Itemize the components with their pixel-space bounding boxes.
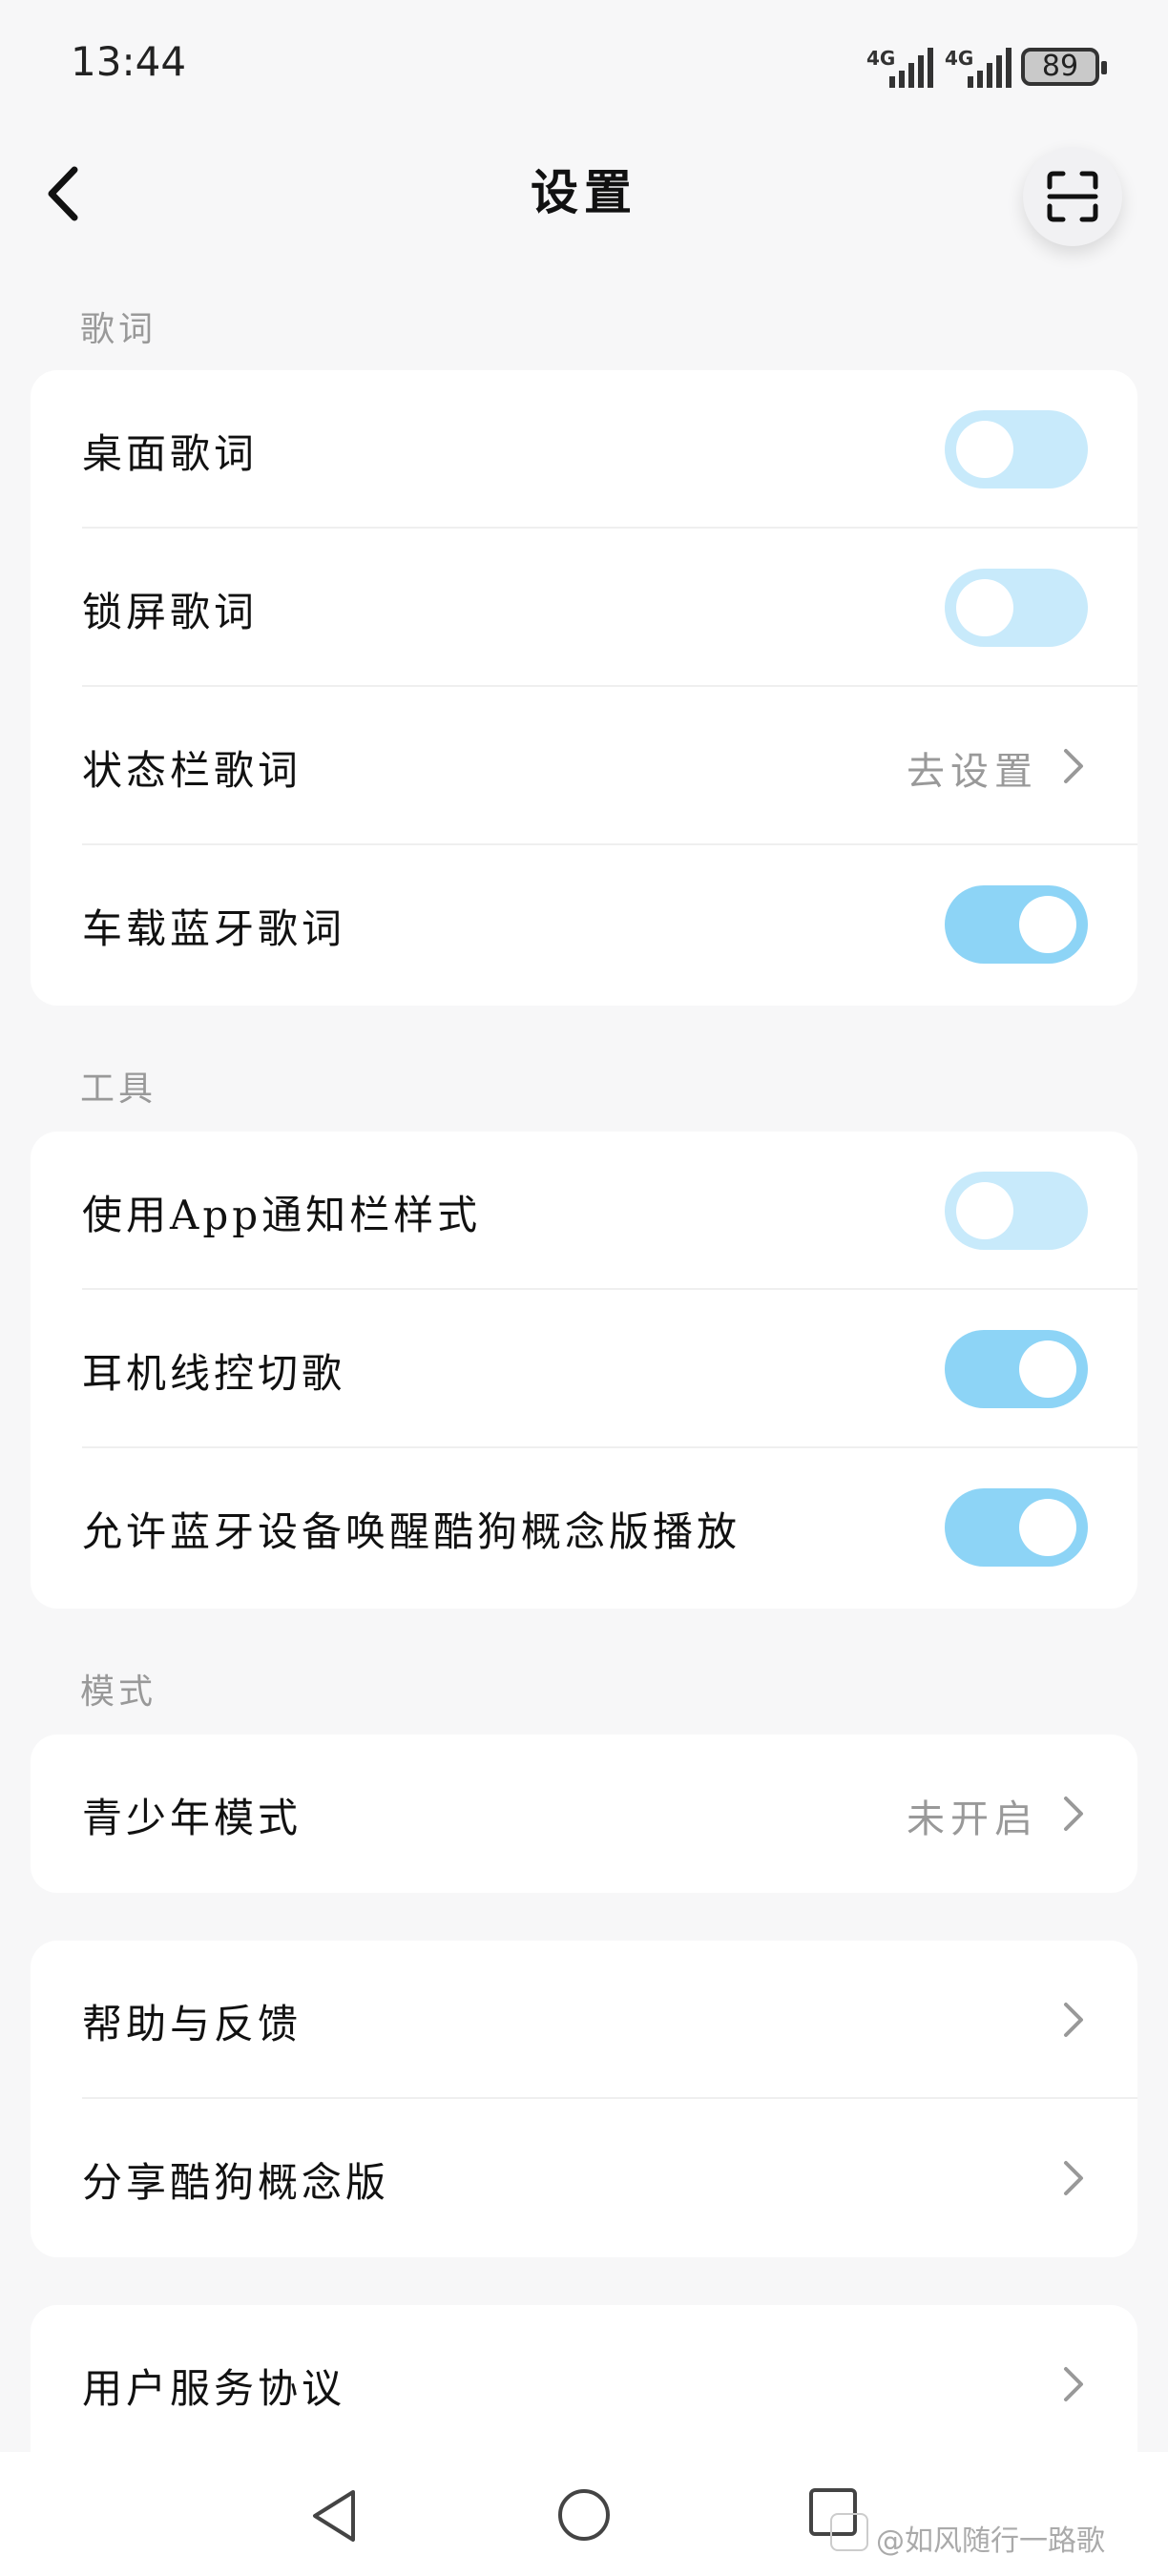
setting-row-statusbar-lyrics[interactable]: 状态栏歌词 去设置 xyxy=(31,687,1137,845)
section-label-tools: 工具 xyxy=(80,1070,157,1109)
setting-row-share[interactable]: 分享酷狗概念版 xyxy=(31,2099,1137,2257)
setting-label: 分享酷狗概念版 xyxy=(82,2159,390,2206)
battery-level: 89 xyxy=(1041,50,1079,83)
mode-card: 青少年模式 未开启 xyxy=(31,1735,1137,1893)
status-bar: 13:44 4G 4G 89 xyxy=(0,0,1168,134)
page-title: 设置 xyxy=(531,164,637,220)
setting-value: 去设置 xyxy=(907,750,1038,794)
setting-row-help-feedback[interactable]: 帮助与反馈 xyxy=(31,1941,1137,2099)
setting-row-lockscreen-lyrics[interactable]: 锁屏歌词 xyxy=(31,529,1137,687)
watermark-text: @如风随行一路歌 xyxy=(876,2524,1105,2558)
section-label-mode: 模式 xyxy=(80,1672,157,1712)
watermark-icon xyxy=(830,2513,868,2551)
header: 设置 xyxy=(0,134,1168,248)
status-time: 13:44 xyxy=(71,38,187,85)
setting-label: 桌面歌词 xyxy=(82,430,259,477)
setting-label: 帮助与反馈 xyxy=(82,2001,302,2047)
setting-row-car-bluetooth-lyrics[interactable]: 车载蓝牙歌词 xyxy=(31,845,1137,1004)
headset-control-toggle[interactable] xyxy=(945,1330,1088,1408)
battery-icon: 89 xyxy=(1021,48,1107,86)
section-label-lyrics: 歌词 xyxy=(80,310,157,349)
setting-label: 耳机线控切歌 xyxy=(82,1350,346,1397)
setting-label: 使用App通知栏样式 xyxy=(82,1192,482,1238)
nav-back-icon[interactable] xyxy=(307,2486,361,2545)
setting-value: 未开启 xyxy=(907,1797,1038,1841)
bluetooth-wake-toggle[interactable] xyxy=(945,1488,1088,1567)
chevron-right-icon xyxy=(1064,1797,1083,1831)
setting-label: 车载蓝牙歌词 xyxy=(82,905,346,952)
tools-card: 使用App通知栏样式 耳机线控切歌 允许蓝牙设备唤醒酷狗概念版播放 xyxy=(31,1132,1137,1609)
network-type-1: 4G xyxy=(866,47,895,70)
network-type-2: 4G xyxy=(945,47,973,70)
chevron-right-icon xyxy=(1064,2003,1083,2037)
setting-label: 锁屏歌词 xyxy=(82,589,259,635)
nav-home-icon[interactable] xyxy=(555,2486,613,2544)
setting-label: 允许蓝牙设备唤醒酷狗概念版播放 xyxy=(82,1508,741,1555)
signal-icon: 4G xyxy=(945,47,1012,88)
app-notification-style-toggle[interactable] xyxy=(945,1172,1088,1250)
setting-row-teen-mode[interactable]: 青少年模式 未开启 xyxy=(31,1735,1137,1893)
setting-row-bluetooth-wake[interactable]: 允许蓝牙设备唤醒酷狗概念版播放 xyxy=(31,1448,1137,1607)
help-card: 帮助与反馈 分享酷狗概念版 xyxy=(31,1941,1137,2257)
setting-label: 用户服务协议 xyxy=(82,2365,346,2412)
lockscreen-lyrics-toggle[interactable] xyxy=(945,569,1088,647)
desktop-lyrics-toggle[interactable] xyxy=(945,410,1088,488)
chevron-right-icon xyxy=(1064,2367,1083,2401)
signal-icon: 4G xyxy=(866,47,933,88)
setting-row-user-agreement[interactable]: 用户服务协议 xyxy=(31,2305,1137,2463)
scan-icon xyxy=(1047,171,1098,222)
setting-row-headset-control[interactable]: 耳机线控切歌 xyxy=(31,1290,1137,1448)
chevron-right-icon xyxy=(1064,749,1083,783)
setting-label: 状态栏歌词 xyxy=(82,747,302,794)
chevron-right-icon xyxy=(1064,2161,1083,2195)
setting-row-app-notification-style[interactable]: 使用App通知栏样式 xyxy=(31,1132,1137,1290)
setting-label: 青少年模式 xyxy=(82,1795,302,1841)
scan-button[interactable] xyxy=(1023,147,1122,246)
lyrics-card: 桌面歌词 锁屏歌词 状态栏歌词 去设置 车载蓝牙歌词 xyxy=(31,370,1137,1006)
car-bluetooth-lyrics-toggle[interactable] xyxy=(945,885,1088,964)
setting-row-desktop-lyrics[interactable]: 桌面歌词 xyxy=(31,370,1137,529)
